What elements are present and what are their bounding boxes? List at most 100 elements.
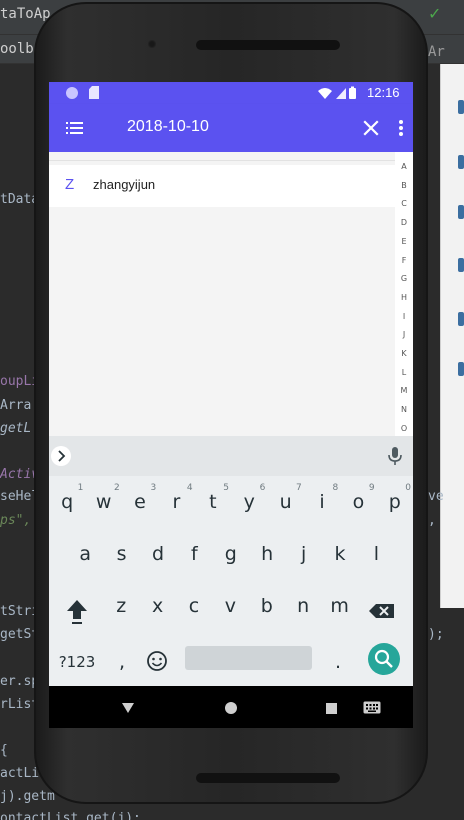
symbols-key[interactable]: ?123 [55, 646, 99, 678]
key-c[interactable]: c [176, 588, 212, 624]
phone-screen: 12:16 2018-10-10 Z zhangyijun A BC D E FG H IJ [49, 82, 413, 728]
comma-key[interactable]: , [111, 646, 133, 678]
key-r[interactable]: r4 [158, 483, 194, 520]
index-letter[interactable]: F [395, 256, 413, 265]
ide-right-tab-label[interactable]: Ar [428, 44, 445, 60]
status-bar: 12:16 [49, 82, 413, 104]
emoji-icon[interactable] [145, 649, 169, 673]
index-letter[interactable]: I [395, 312, 413, 321]
index-letter[interactable]: C [395, 199, 413, 208]
key-hint: 6 [259, 483, 266, 493]
index-letter[interactable]: M [395, 386, 413, 395]
key-y[interactable]: y6 [231, 483, 267, 520]
key-hint: 3 [150, 483, 157, 493]
key-f[interactable]: f [176, 536, 212, 572]
key-m[interactable]: m [321, 588, 357, 624]
close-icon[interactable] [361, 118, 381, 138]
index-letter[interactable]: A [395, 162, 413, 171]
search-icon [374, 649, 393, 668]
key-hint: 8 [332, 483, 339, 493]
key-l[interactable]: l [358, 536, 394, 572]
key-a[interactable]: a [67, 536, 103, 572]
key-n[interactable]: n [285, 588, 321, 624]
keyboard-switch-icon[interactable] [363, 701, 381, 714]
key-s[interactable]: s [103, 536, 139, 572]
key-label: e [134, 491, 146, 513]
contact-list[interactable]: Z zhangyijun [49, 152, 395, 436]
key-label: q [61, 491, 74, 513]
key-z[interactable]: z [103, 588, 139, 624]
key-h[interactable]: h [249, 536, 285, 572]
index-letter[interactable]: B [395, 181, 413, 190]
ide-panel-marker[interactable] [458, 155, 464, 169]
key-label: w [95, 491, 112, 513]
key-q[interactable]: q1 [49, 483, 85, 520]
camera-icon [148, 40, 156, 48]
key-t[interactable]: t5 [195, 483, 231, 520]
key-k[interactable]: k [322, 536, 358, 572]
ide-tab-label[interactable]: taToAp [0, 6, 51, 22]
code-line: { [0, 743, 8, 758]
period-key[interactable]: . [327, 646, 349, 678]
shift-icon[interactable] [63, 596, 91, 626]
mic-icon[interactable] [387, 446, 403, 466]
code-line: actLi [0, 766, 40, 781]
key-j[interactable]: j [285, 536, 321, 572]
speaker-grille-bottom [196, 773, 340, 783]
index-letter[interactable]: K [395, 349, 413, 358]
space-key[interactable] [185, 646, 312, 670]
backspace-icon[interactable] [367, 596, 397, 626]
index-letter[interactable]: D [395, 218, 413, 227]
ide-panel-marker[interactable] [458, 205, 464, 219]
suggestion-strip [49, 436, 413, 476]
code-line: , [428, 513, 436, 528]
code-line: Arra [0, 398, 32, 413]
index-letter[interactable]: E [395, 237, 413, 246]
key-i[interactable]: i8 [304, 483, 340, 520]
nav-home-icon[interactable] [225, 702, 237, 714]
key-b[interactable]: b [249, 588, 285, 624]
check-icon: ✓ [428, 4, 442, 23]
index-letter[interactable]: N [395, 405, 413, 414]
toolbar-title: 2018-10-10 [127, 118, 209, 135]
key-x[interactable]: x [139, 588, 175, 624]
soft-keyboard: ?123 , . q1w2e3r4t5y6u7i8o9p0asdfghjklzx… [49, 436, 413, 686]
ide-side-panel [440, 64, 464, 608]
index-letter[interactable]: L [395, 368, 413, 377]
key-hint: 4 [186, 483, 193, 493]
key-label: r [172, 491, 181, 513]
more-vert-icon[interactable] [393, 118, 409, 138]
chevron-right-icon[interactable] [51, 446, 71, 466]
key-label: u [279, 491, 292, 513]
index-letter[interactable]: G [395, 274, 413, 283]
key-label: o [352, 491, 365, 513]
ide-toolbar-label[interactable]: oolb [0, 41, 34, 57]
key-hint: 5 [223, 483, 229, 493]
index-letter[interactable]: J [395, 330, 413, 339]
key-u[interactable]: u7 [267, 483, 303, 520]
key-v[interactable]: v [212, 588, 248, 624]
key-w[interactable]: w2 [85, 483, 121, 520]
key-e[interactable]: e3 [122, 483, 158, 520]
ide-panel-marker[interactable] [458, 312, 464, 326]
index-letter[interactable]: O [395, 424, 413, 433]
key-hint: 2 [114, 483, 120, 493]
search-key[interactable] [368, 643, 400, 675]
nav-recents-icon[interactable] [326, 703, 337, 714]
list-item[interactable]: Z zhangyijun [49, 165, 395, 207]
ide-panel-marker[interactable] [458, 258, 464, 272]
key-p[interactable]: p0 [377, 483, 413, 520]
key-d[interactable]: d [140, 536, 176, 572]
ide-panel-marker[interactable] [458, 362, 464, 376]
list-menu-icon[interactable] [65, 118, 85, 138]
code-line: ps", [0, 513, 32, 528]
system-nav-bar [49, 686, 413, 728]
ide-panel-marker[interactable] [458, 100, 464, 114]
key-o[interactable]: o9 [340, 483, 376, 520]
key-g[interactable]: g [213, 536, 249, 572]
alphabet-index-bar[interactable]: A BC D E FG H IJ K LM N O [395, 152, 413, 436]
index-letter[interactable]: H [395, 293, 413, 302]
nav-back-icon[interactable] [121, 702, 135, 714]
key-label: p [388, 491, 401, 513]
notification-icon [66, 87, 78, 99]
